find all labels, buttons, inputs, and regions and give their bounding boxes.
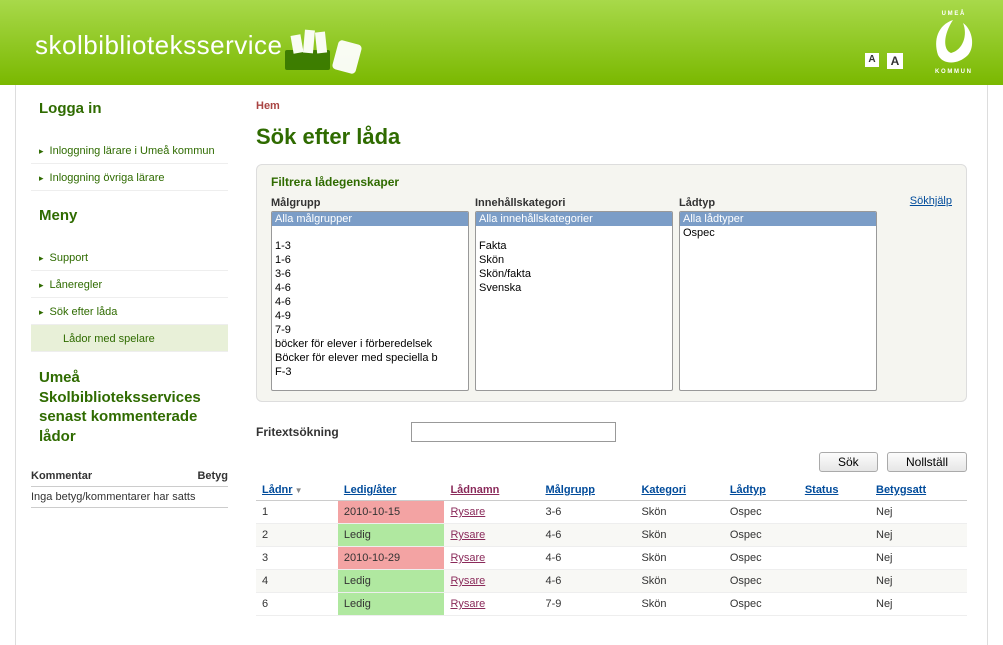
cell-ladnr: 1 — [256, 501, 338, 524]
cell-status — [799, 524, 870, 547]
font-large-icon[interactable]: A — [887, 53, 903, 69]
font-small-icon[interactable]: A — [865, 53, 879, 67]
freetext-input[interactable] — [411, 422, 616, 442]
cell-ledig: Ledig — [338, 593, 445, 616]
table-row: 2Ledig Rysare 4-6SkönOspec Nej — [256, 524, 967, 547]
cell-betygsatt: Nej — [870, 501, 967, 524]
cell-betygsatt: Nej — [870, 570, 967, 593]
ladnamn-link[interactable]: Rysare — [450, 506, 485, 518]
search-button[interactable]: Sök — [819, 452, 878, 472]
th-malgrupp[interactable]: Målgrupp — [539, 480, 635, 501]
filter-panel: Filtrera lådegenskaper Sökhjälp Målgrupp… — [256, 164, 967, 402]
cell-ladnr: 2 — [256, 524, 338, 547]
cell-ladtyp: Ospec — [724, 547, 799, 570]
malgrupp-select[interactable]: Alla målgrupper1-31-63-64-64-64-97-9böck… — [271, 211, 469, 391]
results-table: Lådnr▼ Ledig/åter Lådnamn Målgrupp Kateg… — [256, 480, 967, 616]
sidebar: Logga in Inloggning lärare i Umeå kommun… — [16, 85, 236, 645]
cell-ladtyp: Ospec — [724, 593, 799, 616]
ladtyp-select[interactable]: Alla lådtyperOspec — [679, 211, 877, 391]
recent-comments-heading: Umeå Skolbiblioteksservices senast komme… — [31, 368, 228, 454]
cell-malgrupp: 4-6 — [539, 570, 635, 593]
svg-text:U M E Å: U M E Å — [942, 10, 965, 17]
th-ladnr[interactable]: Lådnr▼ — [256, 480, 338, 501]
cell-status — [799, 501, 870, 524]
ladtyp-label: Lådtyp — [679, 197, 877, 209]
cell-status — [799, 547, 870, 570]
cell-malgrupp: 4-6 — [539, 547, 635, 570]
breadcrumb-home[interactable]: Hem — [256, 100, 280, 112]
cell-ladnr: 4 — [256, 570, 338, 593]
th-kategori[interactable]: Kategori — [635, 480, 723, 501]
search-help-link[interactable]: Sökhjälp — [910, 195, 952, 207]
table-row: 32010-10-29 Rysare 4-6SkönOspec Nej — [256, 547, 967, 570]
sidebar-item-sok[interactable]: Sök efter låda — [31, 298, 228, 325]
books-icon — [280, 10, 370, 78]
sort-desc-icon: ▼ — [295, 486, 303, 495]
kategori-label: Innehållskategori — [475, 197, 673, 209]
cell-betygsatt: Nej — [870, 524, 967, 547]
cell-ladnamn: Rysare — [444, 570, 539, 593]
breadcrumb: Hem — [256, 100, 967, 112]
sidebar-item-login-other[interactable]: Inloggning övriga lärare — [31, 164, 228, 191]
page-title: Sök efter låda — [256, 124, 967, 150]
cell-ladnamn: Rysare — [444, 593, 539, 616]
table-row: 6Ledig Rysare 7-9SkönOspec Nej — [256, 593, 967, 616]
main-content: Hem Sök efter låda Filtrera lådegenskape… — [236, 85, 987, 645]
filter-title: Filtrera lådegenskaper — [271, 175, 952, 189]
freetext-label: Fritextsökning — [256, 425, 411, 439]
kategori-select[interactable]: Alla innehållskategorierFaktaSkönSkön/fa… — [475, 211, 673, 391]
kommun-logo: U M E Å K O M M U N — [923, 5, 983, 75]
table-row: 12010-10-15 Rysare 3-6SkönOspec Nej — [256, 501, 967, 524]
th-status[interactable]: Status — [799, 480, 870, 501]
th-ledig[interactable]: Ledig/åter — [338, 480, 445, 501]
cell-kategori: Skön — [635, 570, 723, 593]
cell-malgrupp: 7-9 — [539, 593, 635, 616]
ladnamn-link[interactable]: Rysare — [450, 529, 485, 541]
ladnamn-link[interactable]: Rysare — [450, 575, 485, 587]
recent-none-text: Inga betyg/kommentarer har satts — [31, 487, 228, 508]
login-heading: Logga in — [31, 100, 228, 125]
cell-betygsatt: Nej — [870, 593, 967, 616]
cell-kategori: Skön — [635, 593, 723, 616]
menu-heading: Meny — [31, 207, 228, 232]
sidebar-item-laneregler[interactable]: Låneregler — [31, 271, 228, 298]
site-title: skolbiblioteksservice — [35, 30, 282, 61]
th-betygsatt[interactable]: Betygsatt — [870, 480, 967, 501]
svg-text:K O M M U N: K O M M U N — [935, 69, 971, 75]
sidebar-item-support[interactable]: Support — [31, 244, 228, 271]
cell-ladnamn: Rysare — [444, 547, 539, 570]
cell-ladnamn: Rysare — [444, 524, 539, 547]
cell-ladnr: 3 — [256, 547, 338, 570]
cell-betygsatt: Nej — [870, 547, 967, 570]
cell-kategori: Skön — [635, 524, 723, 547]
app-header: skolbiblioteksservice A A U M E Å K O M … — [0, 0, 1003, 85]
cell-kategori: Skön — [635, 547, 723, 570]
cell-ladtyp: Ospec — [724, 501, 799, 524]
cell-ledig: 2010-10-29 — [338, 547, 445, 570]
recent-col-comment: Kommentar — [31, 470, 188, 482]
sidebar-item-lador-spelare[interactable]: Lådor med spelare — [31, 325, 228, 352]
cell-ladtyp: Ospec — [724, 524, 799, 547]
th-ladtyp[interactable]: Lådtyp — [724, 480, 799, 501]
th-ladnamn[interactable]: Lådnamn — [444, 480, 539, 501]
cell-status — [799, 570, 870, 593]
ladnamn-link[interactable]: Rysare — [450, 552, 485, 564]
table-row: 4Ledig Rysare 4-6SkönOspec Nej — [256, 570, 967, 593]
reset-button[interactable]: Nollställ — [887, 452, 967, 472]
ladnamn-link[interactable]: Rysare — [450, 598, 485, 610]
malgrupp-label: Målgrupp — [271, 197, 469, 209]
cell-ledig: Ledig — [338, 570, 445, 593]
cell-kategori: Skön — [635, 501, 723, 524]
cell-ledig: 2010-10-15 — [338, 501, 445, 524]
cell-ladtyp: Ospec — [724, 570, 799, 593]
cell-malgrupp: 3-6 — [539, 501, 635, 524]
recent-col-rating: Betyg — [188, 470, 228, 482]
cell-status — [799, 593, 870, 616]
sidebar-item-login-umea[interactable]: Inloggning lärare i Umeå kommun — [31, 137, 228, 164]
cell-ladnr: 6 — [256, 593, 338, 616]
cell-ladnamn: Rysare — [444, 501, 539, 524]
cell-ledig: Ledig — [338, 524, 445, 547]
cell-malgrupp: 4-6 — [539, 524, 635, 547]
